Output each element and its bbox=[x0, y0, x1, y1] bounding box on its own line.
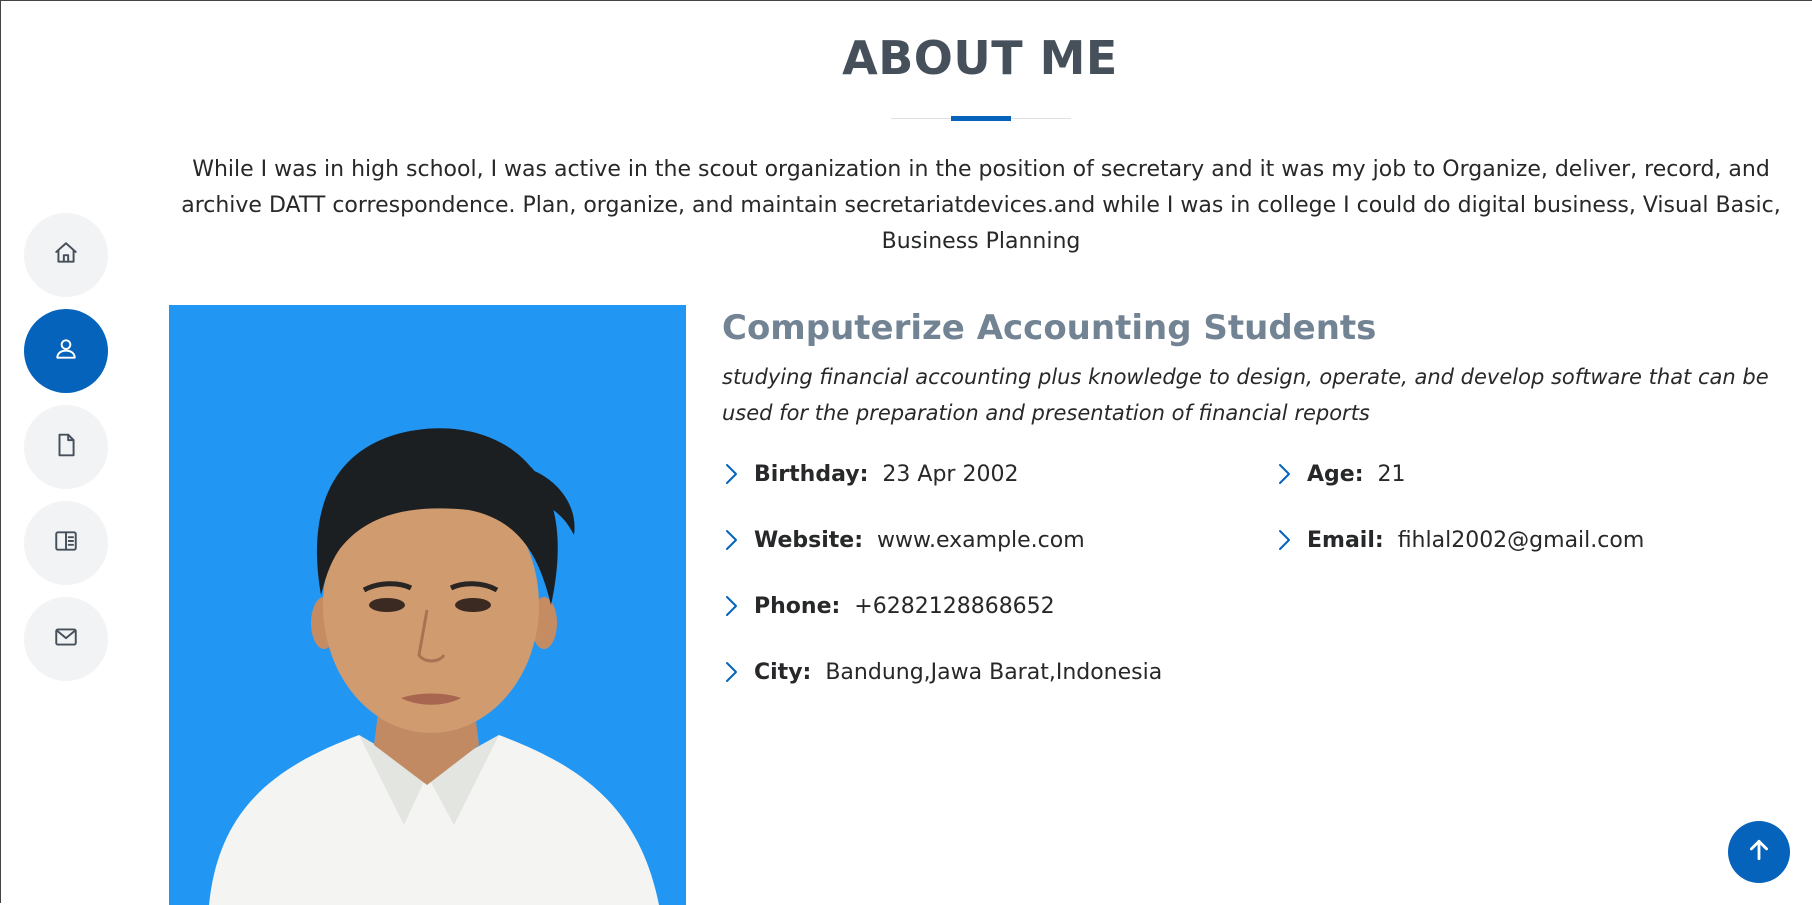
chevron-right-icon bbox=[1275, 462, 1293, 486]
info-label: Phone: bbox=[754, 593, 841, 619]
info-label: Email: bbox=[1307, 527, 1384, 553]
info-value: 21 bbox=[1377, 461, 1406, 487]
chevron-right-icon bbox=[722, 660, 740, 684]
info-value: 23 Apr 2002 bbox=[882, 461, 1019, 487]
intro-paragraph: While I was in high school, I was active… bbox=[181, 157, 1781, 254]
info-age: Age: 21 bbox=[1275, 459, 1406, 489]
info-phone: Phone: +6282128868652 bbox=[722, 591, 1055, 621]
info-birthday: Birthday: 23 Apr 2002 bbox=[722, 459, 1018, 489]
info-label: Website: bbox=[754, 527, 864, 553]
nav-contact-button[interactable] bbox=[24, 597, 108, 681]
chevron-right-icon bbox=[722, 594, 740, 618]
book-icon bbox=[53, 528, 79, 558]
chevron-right-icon bbox=[722, 528, 740, 552]
chevron-right-icon bbox=[722, 462, 740, 486]
side-nav bbox=[24, 213, 108, 693]
page-title: ABOUT ME bbox=[842, 31, 1118, 85]
chevron-right-icon bbox=[1275, 528, 1293, 552]
profile-heading: Computerize Accounting Students bbox=[722, 308, 1377, 348]
nav-resume-button[interactable] bbox=[24, 405, 108, 489]
info-city: City: Bandung,Jawa Barat,Indonesia bbox=[722, 657, 1162, 687]
profile-content: Computerize Accounting Students studying… bbox=[722, 301, 1782, 685]
nav-home-button[interactable] bbox=[24, 213, 108, 297]
person-icon bbox=[53, 336, 79, 366]
home-icon bbox=[53, 240, 79, 270]
info-label: Age: bbox=[1307, 461, 1364, 487]
profile-description: studying financial accounting plus knowl… bbox=[722, 365, 1769, 425]
back-to-top-button[interactable] bbox=[1728, 821, 1790, 883]
profile-photo bbox=[169, 305, 686, 905]
nav-portfolio-button[interactable] bbox=[24, 501, 108, 585]
info-label: Birthday: bbox=[754, 461, 869, 487]
phone-link[interactable]: +6282128868652 bbox=[854, 594, 1054, 619]
section-title: ABOUT ME bbox=[1, 31, 1812, 85]
email-link[interactable]: fihlal2002@gmail.com bbox=[1398, 528, 1645, 553]
nav-about-button[interactable] bbox=[24, 309, 108, 393]
info-website: Website: www.example.com bbox=[722, 525, 1085, 555]
info-email: Email: fihlal2002@gmail.com bbox=[1275, 525, 1644, 555]
envelope-icon bbox=[53, 624, 79, 654]
info-label: City: bbox=[754, 659, 812, 685]
arrow-up-icon bbox=[1746, 837, 1772, 867]
info-value: Bandung,Jawa Barat,Indonesia bbox=[825, 659, 1163, 685]
title-accent-bar bbox=[951, 116, 1011, 121]
file-icon bbox=[53, 432, 79, 462]
website-link[interactable]: www.example.com bbox=[877, 528, 1085, 553]
